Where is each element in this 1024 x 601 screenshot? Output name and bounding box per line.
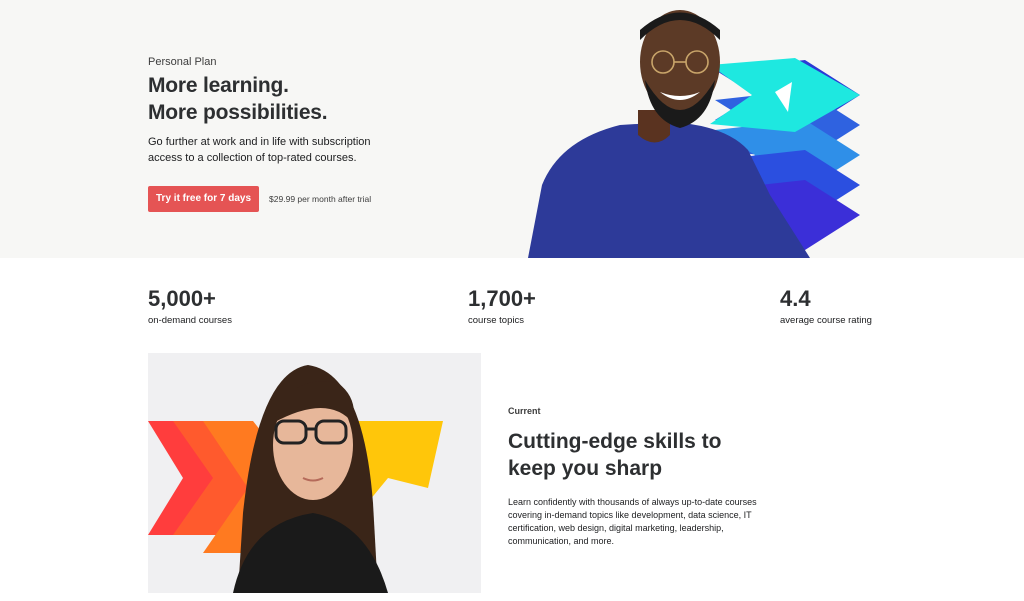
hero-subtitle: Go further at work and in life with subs…: [148, 136, 371, 164]
cta-row: Try it free for 7 days $29.99 per month …: [148, 186, 448, 212]
stat-label: on-demand courses: [148, 315, 232, 326]
stat-label: course topics: [468, 315, 524, 326]
stat-rating: 4.4 average course rating: [780, 286, 872, 327]
hero-illustration: [528, 10, 860, 258]
hero-title-line1: More learning.: [148, 74, 289, 97]
hero-section: Personal Plan More learning. More possib…: [0, 0, 1024, 258]
feature-body: Learn confidently with thousands of alwa…: [508, 497, 757, 546]
stat-value: 5,000+: [148, 286, 216, 311]
hero-text: Personal Plan More learning. More possib…: [148, 56, 448, 212]
price-note: $29.99 per month after trial: [269, 194, 372, 204]
try-free-button[interactable]: Try it free for 7 days: [148, 186, 260, 212]
hero-eyebrow: Personal Plan: [148, 56, 217, 68]
stat-topics: 1,700+ course topics: [468, 286, 536, 327]
feature-text: Current Cutting-edge skills to keep you …: [508, 406, 778, 548]
feature-image: [148, 353, 481, 593]
stat-label: average course rating: [780, 315, 872, 326]
hero-title-line2: More possibilities.: [148, 101, 328, 124]
feature-person-image: [233, 365, 388, 593]
stat-value: 4.4: [780, 286, 811, 311]
feature-illustration: [148, 365, 443, 593]
feature-title-line1: Cutting-edge skills to: [508, 430, 722, 453]
stat-courses: 5,000+ on-demand courses: [148, 286, 232, 327]
hero-title: More learning. More possibilities.: [148, 72, 448, 126]
feature-eyebrow: Current: [508, 406, 541, 416]
feature-title: Cutting-edge skills to keep you sharp: [508, 428, 778, 482]
stat-value: 1,700+: [468, 286, 536, 311]
feature-title-line2: keep you sharp: [508, 457, 663, 480]
